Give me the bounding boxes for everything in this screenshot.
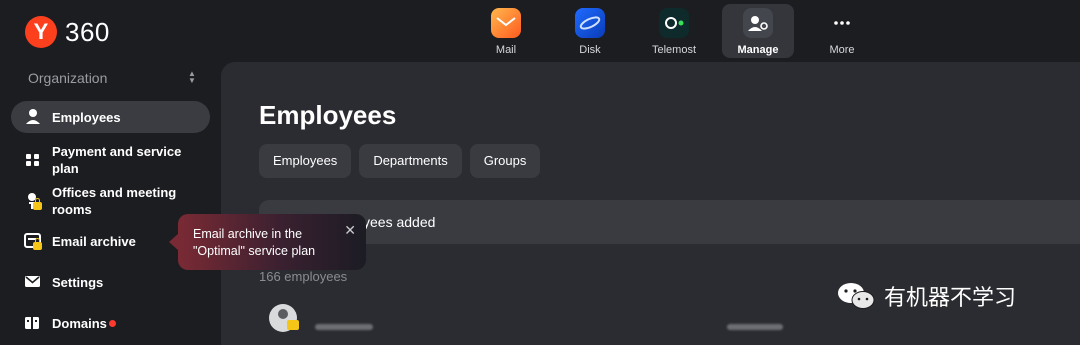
blurred-employee-email [727,324,783,330]
app-disk[interactable]: Disk [554,4,626,58]
close-icon[interactable]: ✕ [344,222,356,239]
sidebar-item-payment[interactable]: Payment and service plan [11,142,210,178]
mail-icon [491,8,521,38]
tabs: Employees Departments Groups [259,144,541,178]
app-more-label: More [829,44,855,56]
app-more[interactable]: More [806,4,878,58]
sidebar: Organization ▲ ▼ Employees Payment and se… [0,62,221,345]
wechat-icon [838,283,875,309]
notification-dot [108,319,116,327]
sidebar-item-employees[interactable]: Employees [11,101,210,133]
app-telemost-label: Telemost [651,44,697,56]
app-disk-label: Disk [579,44,601,56]
lock-icon [33,198,42,210]
app-telemost[interactable]: Telemost [638,4,710,58]
envelope-icon [23,272,43,292]
office-chair-icon [23,191,43,211]
lock-icon [33,238,42,250]
sort-arrows-icon[interactable]: ▲ ▼ [188,70,196,85]
page-title: Employees [259,100,397,130]
person-icon [23,107,43,127]
sidebar-item-domains[interactable]: Domains [11,307,210,339]
watermark-text: 有机器不学习 [884,286,1017,311]
organization-selector[interactable]: Organization [28,70,107,86]
brand-name: 360 [65,16,110,47]
manage-icon [743,8,773,38]
tooltip-text: Email archive in the "Optimal" service p… [193,227,316,258]
tab-groups[interactable]: Groups [469,144,541,178]
banner-text: yees added [363,214,436,230]
yandex-logo-icon: Y [25,16,57,48]
domains-icon [23,313,43,333]
employee-count: 166 employees [259,269,348,284]
blurred-employee-name [315,324,373,330]
telemost-icon [659,8,689,38]
app-switcher: Mail Disk Telemost Manage More [470,4,878,58]
sidebar-item-label: Domains [52,315,107,331]
more-icon [827,8,857,38]
tab-departments[interactable]: Departments [359,144,462,178]
sidebar-item-offices[interactable]: Offices and meeting rooms [11,183,210,219]
brand-logo[interactable]: Y 360 [25,16,110,48]
top-bar: Y 360 Mail Disk Telemost Manage More [0,0,1080,62]
sidebar-item-label: Settings [52,274,104,290]
app-manage-label: Manage [737,44,779,56]
sidebar-item-settings[interactable]: Settings [11,266,210,298]
sidebar-item-label: Payment and service plan [52,144,182,176]
info-banner: yees added [259,200,1080,244]
app-manage[interactable]: Manage [722,4,794,58]
upgrade-tooltip: Email archive in the "Optimal" service p… [169,214,366,270]
watermark: 有机器不学习 [836,280,1016,312]
disk-icon [575,8,605,38]
grid-icon [23,150,43,170]
crown-icon [287,320,299,330]
app-mail-label: Mail [495,44,517,56]
app-mail[interactable]: Mail [470,4,542,58]
sidebar-item-label: Employees [52,109,121,125]
sidebar-item-label: Email archive [52,233,136,249]
sidebar-item-label: Offices and meeting rooms [52,185,177,217]
tab-employees[interactable]: Employees [259,144,352,178]
archive-icon [23,231,43,251]
